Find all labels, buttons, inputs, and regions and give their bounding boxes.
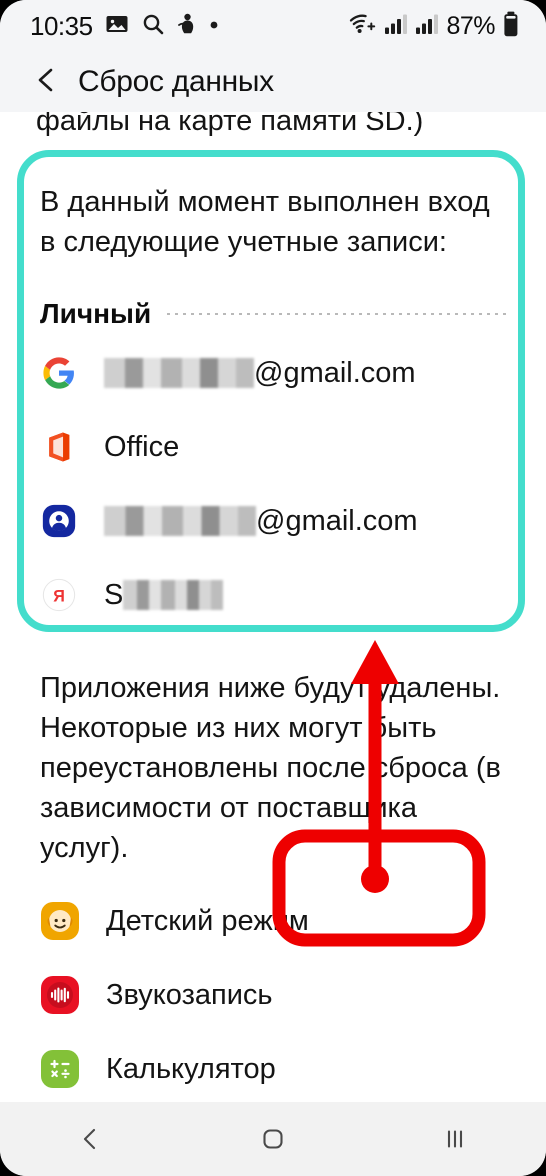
- dot-icon: [209, 17, 219, 35]
- account-row[interactable]: @gmail.com: [40, 336, 506, 410]
- wifi-plus-icon: [349, 12, 377, 41]
- image-icon: [105, 12, 129, 41]
- signal-bars-2-icon: [415, 13, 439, 40]
- account-label: @gmail.com: [104, 357, 416, 390]
- redacted-text: [104, 506, 256, 536]
- status-bar: 10:35 87%: [0, 0, 546, 52]
- section-header-personal: Личный: [40, 298, 506, 330]
- clipped-previous-line: файлы на карте памяти SD.): [36, 112, 424, 137]
- status-bar-right: 87%: [349, 11, 520, 42]
- account-prefix: S: [104, 578, 124, 611]
- account-label: S: [104, 578, 224, 612]
- account-row[interactable]: Office: [40, 410, 506, 484]
- section-divider-dots: [167, 313, 506, 315]
- app-list-item[interactable]: Звукозапись: [36, 958, 510, 1032]
- search-icon: [141, 12, 165, 41]
- action-bar: Сброс данных: [0, 52, 546, 112]
- nav-recents-icon[interactable]: [410, 1102, 500, 1176]
- sheet-inner: файлы на карте памяти SD.) В данный моме…: [10, 112, 536, 1100]
- signal-bars-icon: [384, 13, 408, 40]
- account-label: @gmail.com: [104, 505, 418, 538]
- yandex-icon: Я: [40, 576, 78, 614]
- apps-removal-paragraph: Приложения ниже будут удалены. Некоторые…: [40, 672, 501, 864]
- navigation-bar: [0, 1102, 546, 1176]
- status-bar-left: 10:35: [30, 11, 219, 42]
- section-label: Личный: [40, 298, 152, 329]
- chevron-left-icon: [32, 65, 62, 100]
- back-button[interactable]: [26, 61, 68, 103]
- voice-recorder-icon: [40, 975, 80, 1015]
- account-domain-suffix: @gmail.com: [254, 356, 416, 389]
- redacted-text: [104, 358, 254, 388]
- battery-percent-label: 87%: [446, 11, 495, 40]
- svg-text:Я: Я: [53, 587, 65, 605]
- status-bar-clock: 10:35: [30, 10, 93, 41]
- content-sheet[interactable]: файлы на карте памяти SD.) В данный моме…: [10, 112, 536, 1100]
- google-icon: [40, 354, 78, 392]
- accounts-intro-text: В данный момент выполнен вход в следующи…: [40, 186, 490, 258]
- phone-screen: 10:35 87% Сброс данных файлы на карте па…: [0, 0, 546, 1176]
- account-label: Office: [104, 430, 180, 463]
- samsung-account-icon: [40, 502, 78, 540]
- account-row[interactable]: @gmail.com: [40, 484, 506, 558]
- app-list-item[interactable]: Калькулятор: [36, 1032, 510, 1100]
- app-label: Звукозапись: [106, 978, 273, 1011]
- redacted-text: [123, 580, 224, 610]
- account-row[interactable]: Я S: [40, 558, 506, 632]
- apps-list: Детский режим Звукозапись Калькулятор: [36, 884, 510, 1100]
- kids-mode-icon: [40, 901, 80, 941]
- nav-home-icon[interactable]: [228, 1102, 318, 1176]
- app-label: Калькулятор: [106, 1052, 276, 1085]
- page-title: Сброс данных: [78, 65, 274, 98]
- office-icon: [40, 428, 78, 466]
- person-figure-icon: [177, 13, 197, 40]
- account-domain-suffix: @gmail.com: [256, 504, 418, 537]
- app-list-item[interactable]: Детский режим: [36, 884, 510, 958]
- app-label: Детский режим: [106, 904, 309, 937]
- nav-back-icon[interactable]: [46, 1102, 136, 1176]
- calculator-icon: [40, 1049, 80, 1089]
- accounts-block: В данный момент выполнен вход в следующи…: [36, 182, 510, 632]
- battery-icon: [502, 11, 520, 42]
